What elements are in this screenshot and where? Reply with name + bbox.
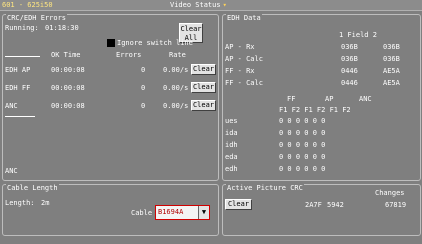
flag-label: edh (225, 165, 238, 173)
cable-type-label: Cable (131, 209, 153, 217)
crc-edh-errors-panel: CRC/EDH Errors Running: 01:18:30 Clear A… (2, 14, 219, 181)
edh-data-panel: EDH Data 1 Field 2 AP - Rx 036B 036B AP … (222, 14, 421, 181)
flag-group-ap: AP (325, 95, 334, 103)
edh-f1-value: 0446 (341, 67, 358, 75)
field-header: 1 Field 2 (339, 31, 377, 39)
row-label: EDH FF (5, 84, 31, 92)
edh-f2-value: AE5A (383, 79, 400, 87)
flag-subheaders: F1 F2 F1 F2 F1 F2 (279, 106, 351, 114)
cable-type-value: B1694A (158, 208, 184, 216)
flag-values: 0 0 0 0 0 0 (279, 165, 326, 173)
anc-bottom-label: ANC (5, 167, 18, 175)
chevron-down-icon: ▾ (222, 1, 227, 9)
flag-values: 0 0 0 0 0 0 (279, 117, 326, 125)
edh-f2-value: 036B (383, 55, 400, 63)
edh-row-label: AP - Rx (225, 43, 255, 51)
ok-time-value: 00:00:08 (51, 102, 85, 110)
edh-f1-value: 036B (341, 43, 358, 51)
clear-edh-ap-button[interactable]: Clear (191, 64, 216, 75)
ok-time-value: 00:00:08 (51, 84, 85, 92)
active-picture-crc-panel: Active Picture CRC Changes Clear 2A7F 59… (222, 184, 421, 236)
ignore-switch-line-checkbox[interactable] (107, 39, 115, 47)
crc-field1-value: 2A7F (305, 201, 322, 209)
dropdown-arrow-icon: ▼ (198, 206, 209, 219)
window-title-menu[interactable]: Video Status ▾ (170, 1, 227, 9)
flag-values: 0 0 0 0 0 0 (279, 141, 326, 149)
video-standard-label: 601 - 625i50 (2, 1, 53, 9)
clear-anc-button[interactable]: Clear (191, 100, 216, 111)
title-bar: 601 - 625i50 Video Status ▾ (0, 0, 422, 11)
edh-f1-value: 0446 (341, 79, 358, 87)
window-title: Video Status (170, 1, 221, 9)
flag-values: 0 0 0 0 0 0 (279, 153, 326, 161)
row-label: ANC (5, 102, 18, 110)
running-time: 01:18:30 (45, 24, 79, 32)
panel-title: EDH Data (226, 14, 262, 22)
panel-title: CRC/EDH Errors (6, 14, 68, 22)
flag-label: ues (225, 117, 238, 125)
flag-group-ff: FF (287, 95, 296, 103)
edh-row-label: AP - Calc (225, 55, 263, 63)
edh-f2-value: AE5A (383, 67, 400, 75)
flag-label: ida (225, 129, 238, 137)
flag-values: 0 0 0 0 0 0 (279, 129, 326, 137)
ok-time-value: 00:00:08 (51, 66, 85, 74)
flag-label: eda (225, 153, 238, 161)
rate-value: 0.00/s (163, 66, 189, 74)
row-label: EDH AP (5, 66, 31, 74)
clear-edh-ff-button[interactable]: Clear (191, 82, 216, 93)
clear-crc-button[interactable]: Clear (225, 199, 252, 210)
cable-length-panel: Cable Length Length: 2m Cable B1694A ▼ (2, 184, 219, 236)
length-value: 2m (41, 199, 50, 207)
changes-value: 67819 (385, 201, 407, 209)
changes-label: Changes (375, 189, 405, 197)
edh-f2-value: 036B (383, 43, 400, 51)
rate-value: 0.00/s (163, 84, 189, 92)
cable-type-select[interactable]: B1694A ▼ (155, 205, 210, 220)
flag-label: idh (225, 141, 238, 149)
ignore-switch-line-label: Ignore switch line (117, 39, 193, 47)
ok-time-header: OK Time (51, 51, 81, 59)
crc-field2-value: 5942 (327, 201, 344, 209)
rate-value: 0.00/s (163, 102, 189, 110)
errors-value: 0 (141, 66, 146, 74)
running-label: Running: (5, 24, 39, 32)
rate-header: Rate (169, 51, 186, 59)
errors-value: 0 (141, 84, 146, 92)
edh-row-label: FF - Calc (225, 79, 263, 87)
divider (5, 116, 35, 117)
length-label: Length: (5, 199, 35, 207)
panel-title: Cable Length (6, 184, 59, 192)
edh-f1-value: 036B (341, 55, 358, 63)
edh-row-label: FF - Rx (225, 67, 255, 75)
errors-header: Errors (116, 51, 142, 59)
errors-value: 0 (141, 102, 146, 110)
divider (5, 56, 40, 57)
flag-group-anc: ANC (359, 95, 372, 103)
panel-title: Active Picture CRC (226, 184, 304, 192)
